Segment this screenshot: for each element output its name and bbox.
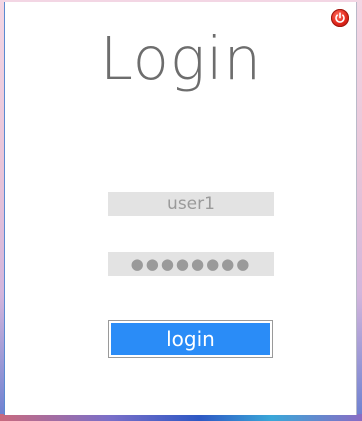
power-icon (335, 12, 345, 23)
username-field[interactable] (108, 192, 274, 216)
login-button-label: login (111, 323, 270, 355)
page-title: Login (99, 24, 263, 93)
desktop-wallpaper-strip (0, 414, 362, 421)
login-button[interactable]: login (108, 320, 273, 358)
password-field[interactable] (108, 252, 274, 276)
